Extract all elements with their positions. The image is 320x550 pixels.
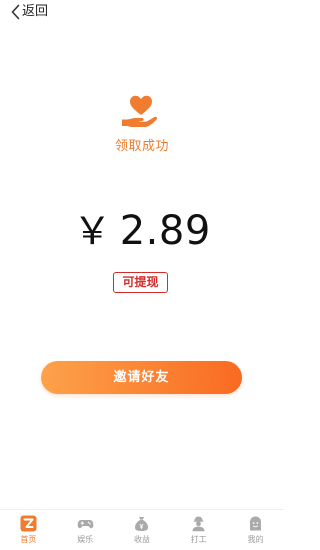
worker-icon xyxy=(192,516,205,532)
nav-label-earnings: 收益 xyxy=(133,535,150,544)
profile-icon xyxy=(250,516,262,531)
nav-item-mine[interactable]: 我的 xyxy=(227,510,284,550)
nav-item-work[interactable]: 打工 xyxy=(170,510,227,550)
back-button[interactable]: 返回 xyxy=(11,3,48,21)
nav-item-earnings[interactable]: 收益 xyxy=(114,510,171,550)
reward-amount: ￥ 2.89 xyxy=(0,205,284,257)
nav-label-entertainment: 娱乐 xyxy=(77,535,94,544)
chevron-left-icon xyxy=(11,4,20,20)
invite-friends-button[interactable]: 邀请好友 xyxy=(41,361,242,394)
home-z-icon xyxy=(20,515,37,532)
gamepad-icon xyxy=(77,520,93,529)
amount-value: 2.89 xyxy=(119,208,211,254)
reward-success-screen: 返回 领取成功 ￥ 2.89 可提现 邀请好友 首页 娱乐 收益 打工 我的 xyxy=(0,0,284,550)
nav-label-work: 打工 xyxy=(190,535,207,544)
nav-label-mine: 我的 xyxy=(247,535,264,544)
nav-item-home[interactable]: 首页 xyxy=(0,510,57,550)
withdrawable-tag[interactable]: 可提现 xyxy=(113,272,168,293)
nav-item-entertainment[interactable]: 娱乐 xyxy=(57,510,114,550)
nav-label-home: 首页 xyxy=(20,535,37,544)
money-bag-icon xyxy=(135,517,149,531)
currency-symbol: ￥ xyxy=(73,209,112,253)
heart-hand-icon xyxy=(122,95,158,127)
bottom-nav: 首页 娱乐 收益 打工 我的 xyxy=(0,509,284,550)
success-text: 领取成功 xyxy=(114,139,169,154)
back-label: 返回 xyxy=(22,4,49,19)
